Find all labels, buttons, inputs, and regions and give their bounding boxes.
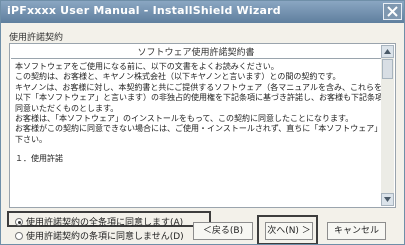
title-bar: iPFxxxx User Manual - InstallShield Wiza… xyxy=(1,1,404,23)
chevron-down-icon xyxy=(384,197,391,202)
next-button[interactable]: 次へ(N) ＞ xyxy=(265,222,313,240)
accept-radio-label: 使用許諾契約の全条項に同意します(A) xyxy=(26,218,184,228)
cancel-button[interactable]: キャンセル xyxy=(327,222,386,240)
divider xyxy=(11,58,381,59)
license-line: お客様は、「本ソフトウェア」のインストールをもって、この契約に同意したことになり… xyxy=(15,114,354,124)
license-line: １．使用許諾 xyxy=(15,154,63,164)
close-button[interactable] xyxy=(383,3,402,20)
accept-radio[interactable]: 使用許諾契約の全条項に同意します(A) xyxy=(15,215,183,228)
license-line: お客様がこの契約に同意できない場合には、ご使用・インストールされず、直ちに「本ソ… xyxy=(15,124,381,134)
vertical-scrollbar[interactable] xyxy=(381,45,394,206)
window-title: iPFxxxx User Manual - InstallShield Wiza… xyxy=(7,4,281,17)
decline-radio-label: 使用許諾契約の条項に同意しません(D) xyxy=(26,232,184,242)
license-line: 以下「本ソフトウェア」と言います）の非独占的使用権を下記条項に基づき許諾し、お客… xyxy=(15,93,381,103)
scroll-down-button[interactable] xyxy=(381,193,394,206)
license-line: 本ソフトウェアをご使用になる前に、以下の文書をよくお読みください。 xyxy=(15,62,279,71)
radio-unselected-icon xyxy=(15,232,23,240)
close-icon xyxy=(387,6,398,17)
license-line: 下さい。 xyxy=(15,134,47,144)
scroll-up-button[interactable] xyxy=(381,45,394,58)
decline-radio[interactable]: 使用許諾契約の条項に同意しません(D) xyxy=(15,229,184,242)
license-title: ソフトウェア使用許諾契約書 xyxy=(137,48,255,58)
scroll-thumb[interactable] xyxy=(382,59,393,79)
license-body: 本ソフトウェアをご使用になる前に、以下の文書をよくお読みください。 この契約は、… xyxy=(15,62,381,165)
license-line: この契約は、お客様と、キヤノン株式会社（以下キヤノンと言います）との間の契約です… xyxy=(15,72,341,82)
back-button[interactable]: ＜戻る(B) xyxy=(193,222,253,240)
radio-selected-icon xyxy=(15,218,23,226)
chevron-up-icon xyxy=(384,49,391,54)
license-text-pane[interactable]: ソフトウェア使用許諾契約書 本ソフトウェアをご使用になる前に、以下の文書をよくお… xyxy=(9,43,396,208)
license-line: 同意いただくものとします。 xyxy=(15,103,119,113)
section-label: 使用許諾契約 xyxy=(9,33,64,43)
license-line: キヤノンは、お客様に対し、本契約書と共にご提供するソフトウェア（各マニュアルを含… xyxy=(15,82,381,92)
installshield-wizard-window: iPFxxxx User Manual - InstallShield Wiza… xyxy=(0,0,405,245)
